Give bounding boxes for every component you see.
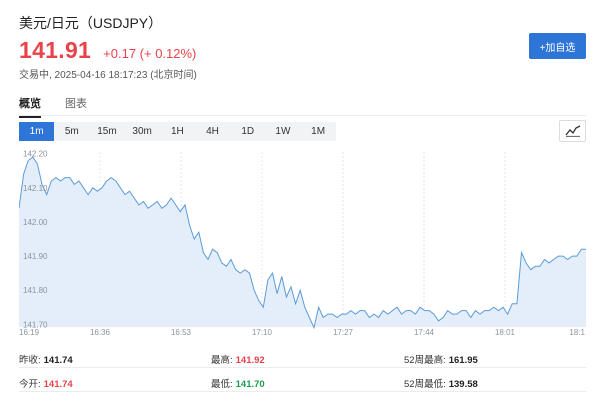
range-5m[interactable]: 5m bbox=[54, 122, 89, 141]
add-to-watchlist-button[interactable]: +加自选 bbox=[529, 33, 586, 59]
x-tick-label: 16:53 bbox=[171, 328, 192, 337]
price-row: 141.91 +0.17 (+ 0.12%) bbox=[19, 37, 196, 64]
y-tick-label: 141.90 bbox=[23, 252, 48, 261]
chart-type-button[interactable] bbox=[559, 120, 586, 142]
x-tick-label: 17:44 bbox=[414, 328, 435, 337]
trading-status: 交易中, 2025-04-16 18:17:23 (北京时间) bbox=[19, 70, 197, 81]
range-1d[interactable]: 1D bbox=[230, 122, 265, 141]
stats-row: 今开: 141.74 最低: 141.70 52周最低: 139.58 bbox=[19, 368, 586, 392]
x-tick-label: 18:1 bbox=[569, 328, 585, 337]
stat-52w-high: 52周最高: 161.95 bbox=[404, 355, 478, 366]
x-tick-label: 16:36 bbox=[90, 328, 111, 337]
range-15m[interactable]: 15m bbox=[89, 122, 124, 141]
range-1m[interactable]: 1m bbox=[19, 122, 55, 141]
y-tick-label: 141.80 bbox=[23, 286, 48, 295]
x-tick-label: 16:19 bbox=[19, 328, 40, 337]
stats-row: 昨收: 141.74 最高: 141.92 52周最高: 161.95 bbox=[19, 344, 586, 368]
x-tick-label: 17:10 bbox=[252, 328, 273, 337]
y-tick-label: 142.00 bbox=[23, 218, 48, 227]
x-tick-label: 18:01 bbox=[495, 328, 516, 337]
current-price: 141.91 bbox=[19, 37, 92, 63]
instrument-title: 美元/日元（USDJPY） bbox=[19, 15, 163, 31]
stat-prev-close: 昨收: 141.74 bbox=[19, 355, 73, 366]
range-1w[interactable]: 1W bbox=[265, 122, 300, 141]
stat-52w-low: 52周最低: 139.58 bbox=[404, 379, 478, 390]
y-tick-label: 142.10 bbox=[23, 184, 48, 193]
line-chart-icon bbox=[565, 125, 581, 137]
range-4h[interactable]: 4H bbox=[195, 122, 230, 141]
y-tick-label: 142.20 bbox=[23, 150, 48, 159]
price-area bbox=[19, 157, 586, 328]
x-tick-label: 17:27 bbox=[333, 328, 354, 337]
range-1h[interactable]: 1H bbox=[160, 122, 195, 141]
range-30m[interactable]: 30m bbox=[125, 122, 160, 141]
stat-open: 今开: 141.74 bbox=[19, 379, 73, 390]
price-change: +0.17 (+ 0.12%) bbox=[103, 46, 197, 61]
range-1mo[interactable]: 1M bbox=[301, 122, 336, 141]
tabs-divider bbox=[19, 115, 586, 116]
time-range-selector: 1m 5m 15m 30m 1H 4H 1D 1W 1M bbox=[19, 122, 336, 141]
price-chart[interactable]: 142.20142.10142.00141.90141.80141.70 16:… bbox=[19, 148, 586, 338]
stat-low: 最低: 141.70 bbox=[211, 379, 265, 390]
stat-high: 最高: 141.92 bbox=[211, 355, 265, 366]
